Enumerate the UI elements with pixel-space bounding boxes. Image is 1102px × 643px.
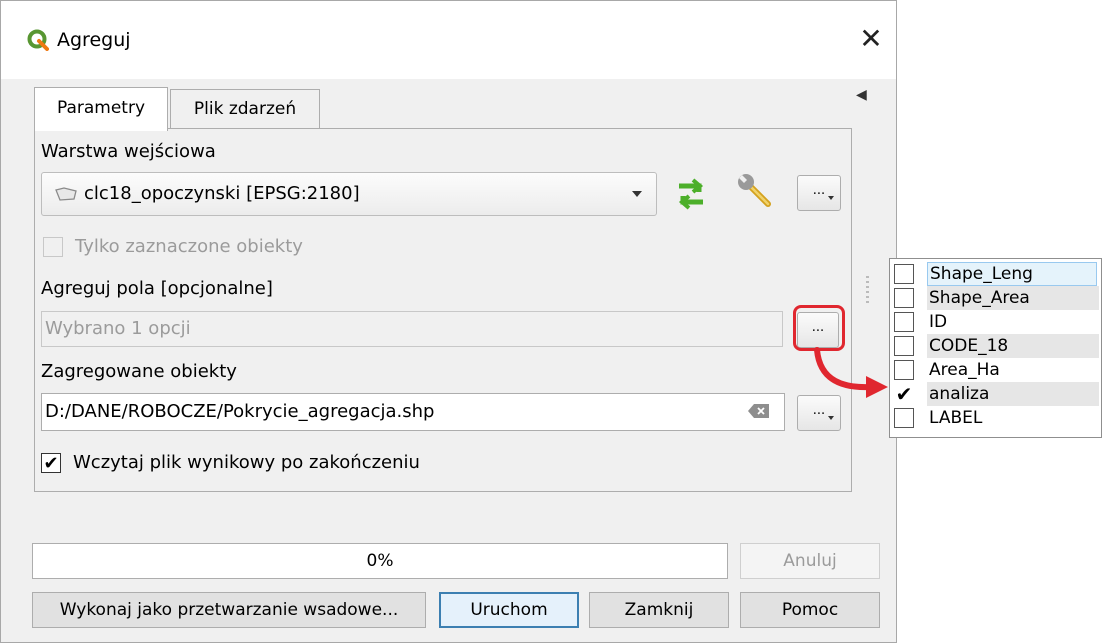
iterate-icon[interactable]: [669, 172, 713, 216]
qgis-logo-icon: [27, 29, 49, 51]
aggregate-fields-input[interactable]: Wybrano 1 opcji: [41, 311, 783, 347]
splitter-handle[interactable]: [866, 276, 869, 306]
field-checkbox-checked[interactable]: ✔: [894, 384, 914, 404]
tab-plik-zdarzen[interactable]: Plik zdarzeń: [170, 89, 320, 129]
field-item[interactable]: ✔ analiza: [890, 382, 1102, 406]
title-bar[interactable]: Agreguj ✕: [1, 1, 896, 79]
window-title: Agreguj: [57, 29, 131, 51]
field-item[interactable]: Shape_Leng: [890, 262, 1102, 286]
load-result-checkbox[interactable]: ✔: [41, 453, 61, 473]
red-arrow-icon: [814, 347, 888, 398]
close-icon[interactable]: ✕: [851, 21, 891, 57]
field-item[interactable]: Area_Ha: [890, 358, 1102, 382]
clear-icon[interactable]: [747, 403, 771, 419]
field-checkbox[interactable]: [894, 360, 914, 380]
collapse-arrow-icon[interactable]: ◀: [856, 87, 868, 105]
help-button[interactable]: Pomoc: [740, 592, 880, 628]
field-selection-popup: Shape_Leng Shape_Area ID CODE_18 Area_Ha…: [889, 258, 1102, 438]
layer-options-button[interactable]: ...: [797, 175, 841, 211]
progress-bar: 0%: [32, 543, 728, 579]
cancel-button[interactable]: Anuluj: [740, 543, 880, 579]
progress-text: 0%: [366, 551, 394, 571]
agreguj-dialog: Agreguj ✕ Parametry Plik zdarzeń ◀ Warst…: [0, 0, 897, 643]
field-item[interactable]: Shape_Area: [890, 286, 1102, 310]
load-result-label: Wczytaj plik wynikowy po zakończeniu: [73, 452, 420, 473]
tab-parametry[interactable]: Parametry: [34, 87, 168, 131]
input-layer-value: clc18_opoczynski [EPSG:2180]: [84, 183, 360, 204]
field-checkbox[interactable]: [894, 312, 914, 332]
wrench-icon[interactable]: [734, 170, 778, 214]
selected-only-checkbox[interactable]: [43, 237, 63, 257]
field-checkbox[interactable]: [894, 288, 914, 308]
selected-only-label: Tylko zaznaczone obiekty: [75, 236, 303, 257]
output-path-input[interactable]: D:/DANE/ROBOCZE/Pokrycie_agregacja.shp: [41, 393, 785, 431]
batch-process-button[interactable]: Wykonaj jako przetwarzanie wsadowe...: [32, 592, 426, 628]
input-layer-label: Warstwa wejściowa: [41, 141, 216, 162]
polygon-layer-icon: [55, 187, 77, 201]
field-checkbox[interactable]: [894, 336, 914, 356]
field-item[interactable]: LABEL: [890, 406, 1102, 430]
field-item[interactable]: ID: [890, 310, 1102, 334]
field-checkbox[interactable]: [894, 408, 914, 428]
chevron-down-icon: [632, 191, 642, 197]
output-label: Zagregowane obiekty: [41, 361, 237, 382]
run-button[interactable]: Uruchom: [439, 592, 579, 628]
input-layer-combo[interactable]: clc18_opoczynski [EPSG:2180]: [41, 172, 657, 216]
field-item[interactable]: CODE_18: [890, 334, 1102, 358]
aggregate-fields-label: Agreguj pola [opcjonalne]: [41, 278, 273, 299]
field-checkbox[interactable]: [894, 264, 914, 284]
close-button[interactable]: Zamknij: [589, 592, 729, 628]
